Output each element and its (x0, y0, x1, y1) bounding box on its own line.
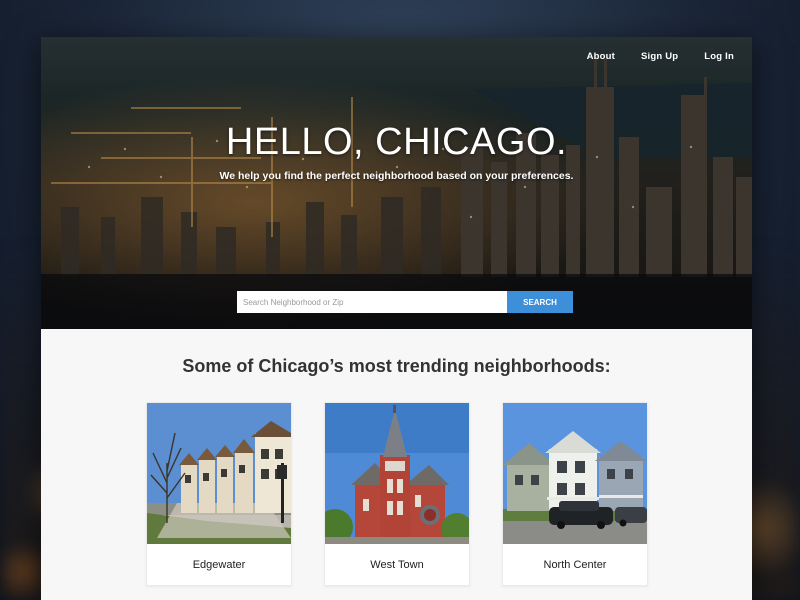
nav-sign-up-link[interactable]: Sign Up (641, 51, 678, 62)
houses-with-car-photo (503, 403, 647, 544)
landing-page: About Sign Up Log In HELLO, CHICAGO. We … (41, 37, 752, 600)
nav-log-in-link[interactable]: Log In (704, 51, 734, 62)
neighborhood-card-edgewater[interactable]: Edgewater (146, 402, 292, 586)
section-title: Some of Chicago’s most trending neighbor… (182, 356, 611, 376)
nav-about-link[interactable]: About (587, 51, 615, 62)
search-band: SEARCH (41, 274, 752, 329)
hero-title: HELLO, CHICAGO. (225, 121, 568, 163)
hero-subtitle: We help you find the perfect neighborhoo… (219, 170, 574, 182)
neighborhood-cards: Edgewater West Town North Center (146, 402, 648, 586)
neighborhood-card-west-town[interactable]: West Town (324, 402, 470, 586)
search-form: SEARCH (237, 291, 573, 313)
church-photo (325, 403, 469, 544)
neighborhood-card-north-center[interactable]: North Center (502, 402, 648, 586)
rowhouses-photo (147, 403, 291, 544)
neighborhood-name: North Center (543, 559, 607, 571)
neighborhood-name: Edgewater (192, 559, 246, 571)
search-button[interactable]: SEARCH (507, 291, 573, 313)
neighborhood-name: West Town (370, 559, 424, 571)
search-input[interactable] (237, 291, 507, 313)
hero-section: About Sign Up Log In HELLO, CHICAGO. We … (41, 37, 752, 329)
top-navigation: About Sign Up Log In (587, 51, 734, 62)
